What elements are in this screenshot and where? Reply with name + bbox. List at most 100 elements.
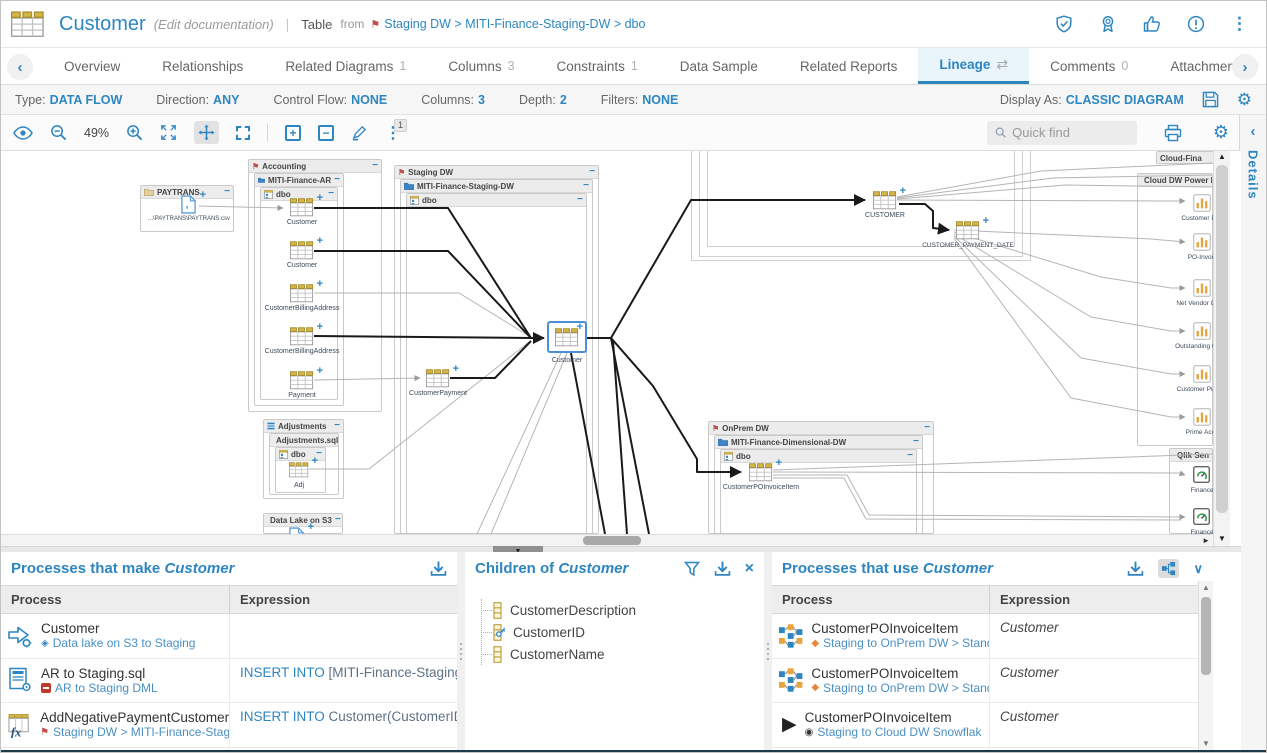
table-row[interactable]: CustomerPOInvoiceItem ◆Staging to OnPrem… bbox=[772, 659, 1213, 704]
marquee-select-icon[interactable] bbox=[236, 126, 250, 140]
horizontal-scroll-thumb[interactable] bbox=[583, 536, 641, 545]
tab-constraints[interactable]: Constraints1 bbox=[536, 48, 659, 84]
tab-columns[interactable]: Columns3 bbox=[427, 48, 535, 84]
node-payment[interactable]: + Payment bbox=[290, 371, 314, 390]
print-icon[interactable] bbox=[1164, 124, 1182, 142]
zoom-in-icon[interactable] bbox=[126, 124, 143, 141]
expand-all-button[interactable]: + bbox=[285, 125, 301, 141]
scroll-thumb[interactable] bbox=[1201, 597, 1211, 675]
edit-documentation-link[interactable]: (Edit documentation) bbox=[154, 17, 274, 32]
use-panel-scrollbar[interactable]: ▲ ▼ bbox=[1198, 581, 1213, 750]
table-row[interactable]: AddNegativePaymentCustomers ⚑Staging DW … bbox=[1, 703, 457, 748]
node-customer-selected[interactable]: + Customer bbox=[547, 321, 587, 353]
filter-direction[interactable]: Direction:ANY bbox=[156, 93, 239, 107]
tab-data-sample[interactable]: Data Sample bbox=[659, 48, 779, 84]
kebab-menu-icon[interactable]: ⋮ bbox=[1231, 14, 1248, 34]
chevron-down-icon[interactable]: ∨ bbox=[1193, 561, 1203, 577]
close-icon[interactable]: × bbox=[745, 560, 754, 578]
node-report-customer-pay[interactable]: Customer Pay bbox=[1193, 194, 1211, 213]
panel-splitter[interactable] bbox=[764, 552, 772, 750]
node-report-outstanding[interactable]: Outstanding Custo bbox=[1193, 322, 1211, 341]
node-qlik-finance-2[interactable]: Finance bbox=[1193, 508, 1211, 527]
canvas-vertical-scrollbar[interactable]: ▲ ▼ bbox=[1213, 151, 1230, 546]
table-icon bbox=[290, 241, 314, 260]
table-row[interactable]: ▶ CustomerPOInvoiceItem ◉Staging to Clou… bbox=[772, 703, 1213, 748]
node-report-po-invoice[interactable]: PO-Invoic bbox=[1193, 233, 1211, 252]
download-icon[interactable] bbox=[430, 560, 447, 577]
expand-details-chevron-icon[interactable]: ‹ bbox=[1251, 123, 1256, 140]
bar-chart-report-icon bbox=[1193, 365, 1211, 383]
scroll-up-arrow-icon[interactable]: ▲ bbox=[1214, 152, 1230, 161]
filter-control-flow[interactable]: Control Flow:NONE bbox=[273, 93, 387, 107]
node-customer-po-invoice-item[interactable]: + CustomerPOInvoiceItem bbox=[749, 463, 773, 482]
details-panel-collapsed[interactable]: ‹ Details bbox=[1239, 115, 1266, 750]
alert-circle-icon[interactable] bbox=[1187, 15, 1205, 33]
canvas-horizontal-scrollbar[interactable]: ► bbox=[1, 534, 1213, 546]
node-report-net-vendor[interactable]: Net Vendor Custo bbox=[1193, 279, 1211, 298]
zoom-level[interactable]: 49% bbox=[84, 126, 109, 140]
filter-type[interactable]: Type:DATA FLOW bbox=[15, 93, 122, 107]
lineage-diagram-canvas[interactable]: ⚑Accounting− MITI-Finance-AR− dbo− PAYTR… bbox=[1, 151, 1213, 534]
award-icon[interactable] bbox=[1099, 15, 1117, 33]
filter-funnel-icon[interactable] bbox=[684, 561, 700, 577]
node-qlik-finance-1[interactable]: Finance bbox=[1193, 466, 1211, 485]
tab-comments[interactable]: Comments0 bbox=[1029, 48, 1149, 84]
download-icon[interactable] bbox=[714, 560, 731, 577]
zoom-out-icon[interactable] bbox=[50, 124, 67, 141]
more-options-icon[interactable]: ⋮1 bbox=[385, 123, 401, 143]
settings-gear-icon[interactable]: ⚙ bbox=[1237, 90, 1252, 110]
fit-to-screen-icon[interactable] bbox=[160, 124, 177, 141]
quick-find-input[interactable] bbox=[1012, 125, 1129, 140]
pan-tool-button[interactable] bbox=[194, 121, 219, 144]
visibility-eye-icon[interactable] bbox=[13, 126, 33, 140]
list-item[interactable]: CustomerName bbox=[475, 643, 764, 665]
download-icon[interactable] bbox=[1127, 560, 1144, 577]
move-icon bbox=[198, 124, 215, 141]
node-customer-payment[interactable]: + CustomerPayment bbox=[426, 369, 450, 388]
node-data-lake-file[interactable]: + bbox=[289, 527, 305, 534]
node-customer-cloud[interactable]: + CUSTOMER bbox=[873, 191, 897, 210]
table-icon bbox=[749, 463, 773, 482]
shield-check-icon[interactable] bbox=[1055, 15, 1073, 33]
tab-overview[interactable]: Overview bbox=[43, 48, 141, 84]
filter-filters[interactable]: Filters:NONE bbox=[601, 93, 679, 107]
tabs-scroll-left-button[interactable]: ‹ bbox=[7, 54, 33, 80]
bar-chart-report-icon bbox=[1193, 194, 1211, 212]
scroll-down-arrow-icon[interactable]: ▼ bbox=[1214, 534, 1230, 543]
node-customer-billing-address-2[interactable]: + CustomerBillingAddress bbox=[290, 327, 314, 346]
display-as-selector[interactable]: Display As:CLASSIC DIAGRAM bbox=[1000, 93, 1184, 107]
table-row[interactable]: AR to Staging.sql AR to Staging DML INSE… bbox=[1, 659, 457, 704]
list-item[interactable]: CustomerDescription bbox=[475, 599, 764, 621]
node-paytrans-csv[interactable]: + ...\PAYTRANS\PAYTRANS.csv bbox=[181, 195, 197, 214]
node-adj[interactable]: + Adj bbox=[289, 461, 309, 480]
tabs-scroll-right-button[interactable]: › bbox=[1232, 54, 1258, 80]
diagram-settings-gear-icon[interactable]: ⚙ bbox=[1213, 122, 1229, 143]
highlighter-icon[interactable] bbox=[351, 124, 368, 141]
tab-relationships[interactable]: Relationships bbox=[141, 48, 264, 84]
scroll-down-arrow-icon[interactable]: ▼ bbox=[1199, 739, 1213, 748]
separator: | bbox=[286, 16, 290, 32]
thumbs-up-icon[interactable] bbox=[1143, 15, 1161, 33]
node-report-customer-purchase[interactable]: Customer Purcha bbox=[1193, 365, 1211, 384]
list-item[interactable]: CustomerID bbox=[475, 621, 764, 643]
node-customer-ar-2[interactable]: + Customer bbox=[290, 241, 314, 260]
vertical-scroll-thumb[interactable] bbox=[1216, 165, 1228, 513]
node-report-prime-acco[interactable]: Prime Acco bbox=[1193, 408, 1211, 427]
filter-columns[interactable]: Columns:3 bbox=[421, 93, 485, 107]
collapse-all-button[interactable]: − bbox=[318, 125, 334, 141]
tab-related-reports[interactable]: Related Reports bbox=[779, 48, 919, 84]
panel-splitter[interactable] bbox=[457, 552, 465, 750]
node-customer-billing-address-1[interactable]: + CustomerBillingAddress bbox=[290, 284, 314, 303]
save-icon[interactable] bbox=[1202, 91, 1219, 108]
scroll-up-arrow-icon[interactable]: ▲ bbox=[1199, 583, 1213, 592]
tab-related-diagrams[interactable]: Related Diagrams1 bbox=[264, 48, 427, 84]
tab-lineage[interactable]: Lineage⇄ bbox=[918, 48, 1029, 84]
breadcrumb[interactable]: Staging DW > MITI-Finance-Staging-DW > d… bbox=[384, 17, 645, 31]
tree-view-toggle[interactable] bbox=[1158, 559, 1179, 578]
node-customer-payment-date[interactable]: + CUSTOMER_PAYMENT_DATE bbox=[956, 221, 980, 240]
table-row[interactable]: Customer ◈Data lake on S3 to Staging bbox=[1, 614, 457, 659]
node-customer-ar-1[interactable]: + Customer bbox=[290, 198, 314, 217]
filter-depth[interactable]: Depth:2 bbox=[519, 93, 567, 107]
page-title: Customer bbox=[59, 13, 146, 36]
table-row[interactable]: CustomerPOInvoiceItem ◆Staging to OnPrem… bbox=[772, 614, 1213, 659]
